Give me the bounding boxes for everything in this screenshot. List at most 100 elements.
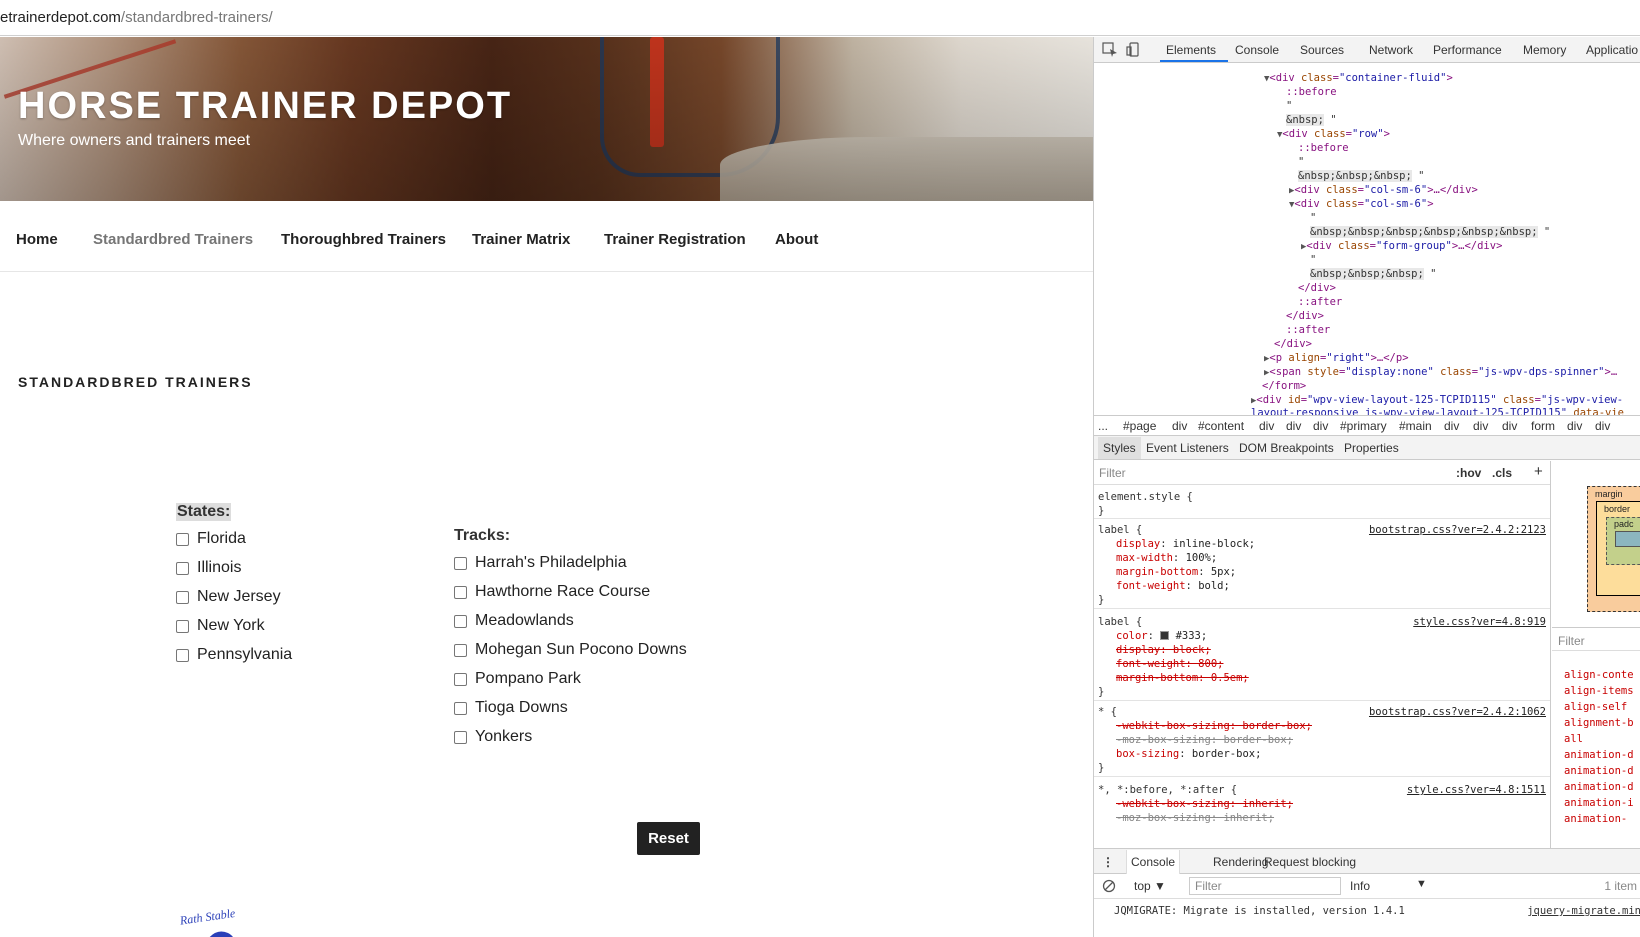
hov-toggle[interactable]: :hov [1456,466,1481,480]
css-declaration[interactable]: max-width: 100%; [1116,552,1217,565]
device-toolbar-icon[interactable] [1126,42,1142,57]
crumb[interactable]: div [1286,419,1301,433]
crumb[interactable]: div [1595,419,1610,433]
computed-property[interactable]: animation- [1564,811,1627,827]
computed-property[interactable]: animation-i [1564,795,1634,811]
computed-property[interactable]: all [1564,731,1583,747]
dom-node[interactable]: ::after [1286,323,1330,337]
dom-node[interactable]: ::before [1298,141,1349,155]
track-option[interactable]: Mohegan Sun Pocono Downs [454,641,687,659]
subtab-event-listeners[interactable]: Event Listeners [1146,441,1229,455]
track-option[interactable]: Harrah's Philadelphia [454,554,627,572]
state-checkbox[interactable] [176,532,189,546]
crumb[interactable]: div [1473,419,1488,433]
dom-node[interactable]: ▼<div class="row"> [1277,127,1390,142]
state-checkbox[interactable] [176,619,189,633]
crumb[interactable]: div [1313,419,1328,433]
dom-node[interactable]: ▶<span style="display:none" class="js-wp… [1264,365,1617,380]
inspect-element-icon[interactable] [1102,42,1118,57]
dom-node[interactable]: </div> [1286,309,1324,323]
css-declaration[interactable]: font-weight: 800; [1116,658,1223,671]
crumb[interactable]: form [1531,419,1555,433]
css-declaration[interactable]: margin-bottom: 5px; [1116,566,1236,579]
computed-property[interactable]: animation-d [1564,779,1634,795]
track-checkbox[interactable] [454,730,467,744]
css-declaration[interactable]: box-sizing: border-box; [1116,748,1261,761]
computed-filter-input[interactable]: Filter [1552,627,1640,651]
css-declaration[interactable]: -moz-box-sizing: inherit; [1116,812,1274,825]
dom-tree[interactable]: ▼<div class="container-fluid"> ::before … [1094,64,1640,416]
tab-performance[interactable]: Performance [1433,43,1502,57]
css-rule-selector[interactable]: label { [1098,616,1142,629]
css-declaration[interactable]: display: inline-block; [1116,538,1255,551]
dom-node[interactable]: " [1298,155,1304,169]
crumb[interactable]: div [1567,419,1582,433]
css-source-link[interactable]: style.css?ver=4.8:1511 [1407,784,1546,797]
track-option[interactable]: Hawthorne Race Course [454,583,650,601]
crumb[interactable]: div [1502,419,1517,433]
css-source-link[interactable]: style.css?ver=4.8:919 [1413,616,1546,629]
state-option[interactable]: Florida [176,530,246,548]
site-title[interactable]: HORSE TRAINER DEPOT [18,85,512,128]
dom-node[interactable]: " [1310,253,1316,267]
state-checkbox[interactable] [176,561,189,575]
url-text[interactable]: etrainerdepot.com/standardbred-trainers/ [0,9,273,26]
track-option[interactable]: Meadowlands [454,612,574,630]
nav-about[interactable]: About [775,231,818,248]
tab-network[interactable]: Network [1369,43,1413,57]
css-rule-selector[interactable]: label { [1098,524,1142,537]
dom-node[interactable]: &nbsp;&nbsp;&nbsp; " [1298,169,1424,183]
computed-property[interactable]: align-items [1564,683,1634,699]
css-declaration[interactable]: color: #333; [1116,630,1207,643]
subtab-styles[interactable]: Styles [1098,437,1141,459]
dom-node[interactable]: ▶<p align="right">…</p> [1264,351,1409,366]
dom-node[interactable]: ::after [1298,295,1342,309]
color-swatch[interactable] [1160,631,1170,640]
tab-memory[interactable]: Memory [1523,43,1566,57]
css-declaration[interactable]: -moz-box-sizing: border-box; [1116,734,1293,747]
css-source-link[interactable]: bootstrap.css?ver=2.4.2:2123 [1369,524,1546,537]
new-rule-button[interactable]: + [1534,463,1543,480]
dom-node[interactable]: &nbsp; " [1286,113,1337,127]
nav-standardbred-trainers[interactable]: Standardbred Trainers [93,231,253,248]
drawer-menu-icon[interactable]: ⋮ [1102,855,1114,869]
state-option[interactable]: Illinois [176,559,241,577]
console-context-select[interactable]: top ▼ [1134,879,1166,893]
dom-node[interactable]: " [1310,211,1316,225]
dom-node[interactable]: </form> [1262,379,1306,393]
dom-node[interactable]: ▼<div class="col-sm-6"> [1289,197,1434,212]
rath-stable-logo[interactable]: Rath Stable [176,905,256,937]
dom-node[interactable]: ▶<div class="col-sm-6">…</div> [1289,183,1478,198]
track-option[interactable]: Yonkers [454,728,532,746]
dom-node[interactable]: </div> [1274,337,1312,351]
css-rule-selector[interactable]: *, *:before, *:after { [1098,784,1237,797]
reset-button[interactable]: Reset [637,822,700,855]
drawer-tab-rendering[interactable]: Rendering [1213,855,1268,869]
chevron-down-icon[interactable]: ▼ [1416,878,1427,890]
dom-node[interactable]: </div> [1298,281,1336,295]
track-option[interactable]: Tioga Downs [454,699,568,717]
track-checkbox[interactable] [454,556,467,570]
box-model-content[interactable] [1615,531,1640,547]
crumb[interactable]: div [1172,419,1187,433]
drawer-tab-request-blocking[interactable]: Request blocking [1264,855,1356,869]
crumb[interactable]: div [1444,419,1459,433]
nav-thoroughbred-trainers[interactable]: Thoroughbred Trainers [281,231,446,248]
css-declaration[interactable]: font-weight: bold; [1116,580,1230,593]
dom-node[interactable]: &nbsp;&nbsp;&nbsp; " [1310,267,1436,281]
clear-console-icon[interactable] [1102,879,1116,893]
computed-property[interactable]: animation-d [1564,763,1634,779]
crumb[interactable]: #page [1123,419,1156,433]
dom-node[interactable]: " [1286,99,1292,113]
track-checkbox[interactable] [454,585,467,599]
console-filter-input[interactable]: Filter [1189,877,1341,895]
css-rule-selector[interactable]: * { [1098,706,1117,719]
nav-trainer-matrix[interactable]: Trainer Matrix [472,231,570,248]
address-bar[interactable]: etrainerdepot.com/standardbred-trainers/ [0,0,1640,36]
state-option[interactable]: New York [176,617,265,635]
computed-property[interactable]: alignment-b [1564,715,1634,731]
crumb[interactable]: #primary [1340,419,1387,433]
crumb[interactable]: div [1259,419,1274,433]
css-declaration[interactable]: -webkit-box-sizing: inherit; [1116,798,1293,811]
crumb[interactable]: #main [1399,419,1432,433]
